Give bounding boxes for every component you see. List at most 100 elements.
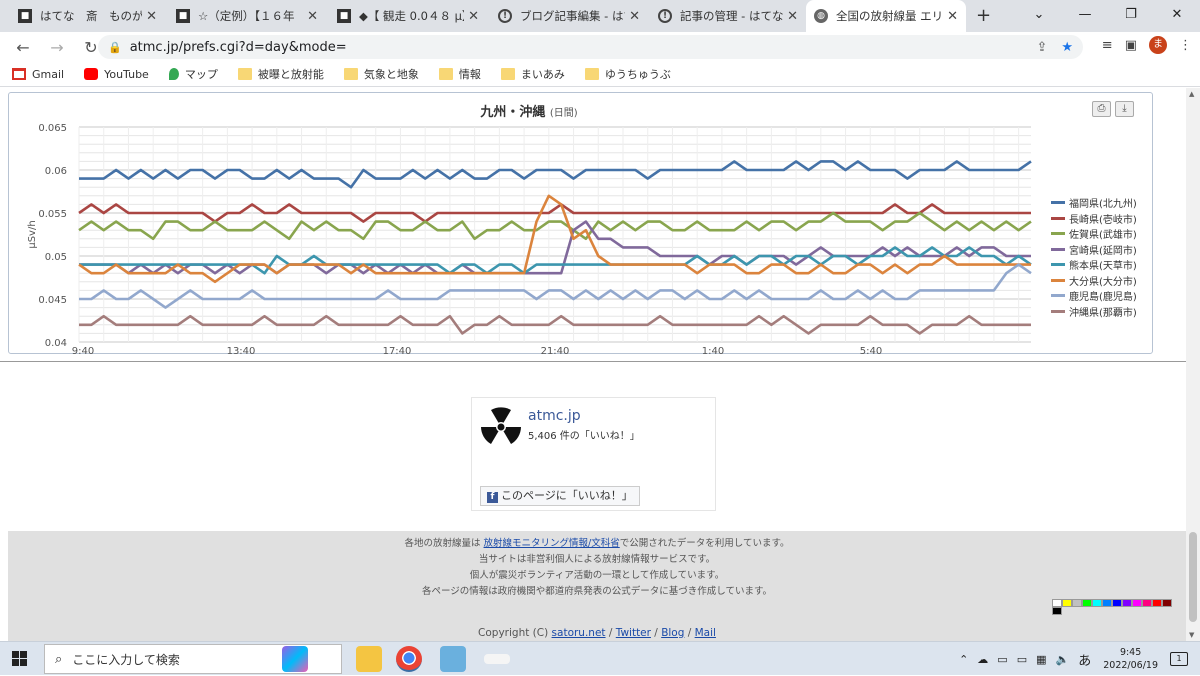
palette-swatch[interactable]	[1112, 599, 1122, 607]
bookmark-maps[interactable]: マップ	[168, 66, 218, 82]
palette-swatch[interactable]	[1092, 599, 1102, 607]
hatena-icon: !	[498, 9, 512, 23]
side-panel-icon[interactable]: ▣	[1125, 38, 1137, 53]
share-icon[interactable]: ⇪	[1036, 40, 1047, 55]
close-icon[interactable]: ✕	[947, 9, 958, 24]
windows-start-icon[interactable]	[12, 651, 28, 667]
close-icon[interactable]: ✕	[146, 9, 157, 24]
chrome-icon[interactable]	[396, 646, 422, 672]
legend-item[interactable]: 佐賀県(武雄市)	[1051, 226, 1137, 242]
copyright: Copyright (C) satoru.net / Twitter / Blo…	[8, 627, 1186, 639]
legend-item[interactable]: 大分県(大分市)	[1051, 273, 1137, 289]
display-icon[interactable]: ▭	[1017, 653, 1027, 666]
palette-swatch[interactable]	[1052, 599, 1062, 607]
scroll-down-icon[interactable]: ▼	[1189, 631, 1194, 639]
bookmark-star-icon[interactable]: ★	[1061, 40, 1073, 55]
bookmark-folder-5[interactable]: ゆうちゅうぶ	[584, 66, 671, 82]
tab-3[interactable]: ■ ◆【 観走 0.0４８ μ】 ✕	[329, 0, 487, 32]
bookmark-folder-1[interactable]: 被曝と放射能	[237, 66, 324, 82]
ime-indicator[interactable]: あ	[1078, 650, 1091, 669]
widgets-icon[interactable]	[282, 646, 308, 672]
tab-2[interactable]: ■ ☆（定例）【１６年 ✕	[168, 0, 326, 32]
mext-link[interactable]: 放射線モニタリング情報/文科省	[484, 538, 620, 549]
close-icon[interactable]: ✕	[787, 9, 798, 24]
reading-list-icon[interactable]: ≡	[1102, 38, 1113, 53]
palette-swatch[interactable]	[1102, 599, 1112, 607]
print-icon[interactable]: ⎙	[1092, 101, 1111, 117]
url-field[interactable]: 🔒 atmc.jp/prefs.cgi?d=day&mode= ⇪ ★	[98, 35, 1083, 59]
legend-label: 佐賀県(武雄市)	[1069, 230, 1137, 242]
bookmark-label: マップ	[184, 68, 218, 81]
palette-swatch[interactable]	[1072, 599, 1082, 607]
satoru-link[interactable]: satoru.net	[552, 627, 606, 639]
menu-icon[interactable]: ⋮	[1179, 38, 1192, 53]
download-icon[interactable]: ⤓	[1115, 101, 1134, 117]
palette-swatch[interactable]	[1052, 607, 1062, 615]
tab-4[interactable]: ! ブログ記事編集 - はてな ✕	[490, 0, 648, 32]
fb-like-button[interactable]: f このページに「いいね！」	[480, 486, 640, 506]
legend-item[interactable]: 熊本県(天草市)	[1051, 257, 1137, 273]
twitter-link[interactable]: Twitter	[616, 627, 651, 639]
bookmark-label: ゆうちゅうぶ	[604, 68, 671, 81]
network-icon[interactable]: ▦	[1036, 653, 1046, 666]
tab-label: ☆（定例）【１６年	[198, 9, 295, 23]
bookmarks-bar: Gmail YouTube マップ 被曝と放射能 気象と地象 情報 まいあみ ゆ…	[0, 62, 1200, 87]
mail-link[interactable]: Mail	[695, 627, 716, 639]
new-tab-icon[interactable]: +	[976, 5, 991, 26]
legend-item[interactable]: 宮崎県(延岡市)	[1051, 242, 1137, 258]
volume-icon[interactable]: 🔈	[1056, 653, 1070, 666]
chevron-up-icon[interactable]: ⌃	[959, 653, 968, 666]
fb-page-name[interactable]: atmc.jp	[528, 408, 581, 424]
pen-app-icon[interactable]	[484, 654, 510, 664]
close-icon[interactable]: ✕	[468, 9, 479, 24]
palette-swatch[interactable]	[1132, 599, 1142, 607]
scrollbar-thumb[interactable]	[1189, 532, 1197, 622]
camera-icon[interactable]: ▭	[997, 653, 1007, 666]
minimize-button[interactable]: —	[1062, 0, 1108, 32]
scroll-up-icon[interactable]: ▲	[1189, 90, 1194, 98]
url-text[interactable]: atmc.jp/prefs.cgi?d=day&mode=	[130, 40, 347, 55]
clock[interactable]: 9:45 2022/06/19	[1103, 646, 1158, 672]
tab-search-icon[interactable]: ⌄	[1016, 0, 1062, 32]
palette-swatch[interactable]	[1152, 599, 1162, 607]
notification-icon[interactable]: 1	[1170, 652, 1188, 666]
back-icon[interactable]: ←	[12, 38, 34, 57]
legend-item[interactable]: 鹿児島(鹿児島)	[1051, 288, 1137, 304]
restore-button[interactable]: ❐	[1108, 0, 1154, 32]
blog-link[interactable]: Blog	[661, 627, 684, 639]
page-scrollbar[interactable]: ▲ ▼	[1186, 88, 1200, 641]
lock-icon[interactable]: 🔒	[108, 41, 122, 54]
bookmark-folder-2[interactable]: 気象と地象	[343, 66, 419, 82]
legend-item[interactable]: 長崎県(壱岐市)	[1051, 211, 1137, 227]
taskbar: ⌕ ここに入力して検索 ⌃ ☁ ▭ ▭ ▦ 🔈 あ 9:45 2022/06/1…	[0, 641, 1200, 675]
tab-5[interactable]: ! 記事の管理 - はてなブロ ✕	[650, 0, 806, 32]
avatar[interactable]: ま	[1149, 36, 1167, 54]
legend-label: 長崎県(壱岐市)	[1069, 214, 1137, 226]
bookmark-folder-4[interactable]: まいあみ	[500, 66, 565, 82]
legend-item[interactable]: 福岡県(北九州)	[1051, 195, 1137, 211]
palette-swatch[interactable]	[1122, 599, 1132, 607]
tab-6-active[interactable]: ◍ 全国の放射線量 エリア ✕	[806, 0, 966, 32]
palette-swatch[interactable]	[1062, 599, 1072, 607]
palette-swatch[interactable]	[1142, 599, 1152, 607]
close-icon[interactable]: ✕	[307, 9, 318, 24]
bookmark-gmail[interactable]: Gmail	[12, 68, 64, 81]
legend-swatch	[1051, 232, 1065, 236]
search-icon: ⌕	[55, 651, 63, 667]
palette-swatch[interactable]	[1162, 599, 1172, 607]
x-tick-label: 17:40	[383, 346, 412, 355]
file-explorer-icon[interactable]	[356, 646, 382, 672]
forward-icon[interactable]: →	[46, 38, 68, 57]
close-window-button[interactable]: ✕	[1154, 0, 1200, 32]
app-icon[interactable]	[440, 646, 466, 672]
legend-item[interactable]: 沖縄県(那覇市)	[1051, 304, 1137, 320]
bookmark-folder-3[interactable]: 情報	[438, 66, 481, 82]
tab-1[interactable]: ■ はてな 斎 ものが ✕	[10, 0, 165, 32]
palette-swatch[interactable]	[1082, 599, 1092, 607]
close-icon[interactable]: ✕	[629, 9, 640, 24]
onedrive-icon[interactable]: ☁	[977, 653, 988, 666]
search-placeholder: ここに入力して検索	[72, 652, 180, 667]
system-tray: ⌃ ☁ ▭ ▭ ▦ 🔈 あ 9:45 2022/06/19 1	[950, 642, 1200, 676]
bookmark-youtube[interactable]: YouTube	[84, 68, 149, 81]
footer-line-2: 当サイトは非営利個人による放射線情報サービスです。	[478, 554, 716, 565]
